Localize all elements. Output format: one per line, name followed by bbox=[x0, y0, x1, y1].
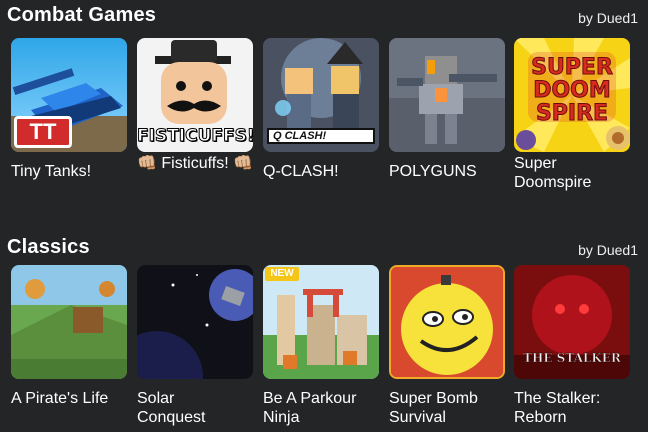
game-title[interactable]: Super Doomspire bbox=[514, 154, 630, 192]
section-title[interactable]: Classics bbox=[7, 236, 90, 259]
game-tile-polyguns[interactable]: POLYGUNS bbox=[389, 38, 505, 181]
game-tile-q-clash[interactable]: Q CLASH! Q-CLASH! bbox=[263, 38, 379, 181]
game-thumbnail[interactable]: THE STALKER bbox=[514, 265, 630, 379]
new-badge: NEW bbox=[265, 267, 299, 281]
game-tile-tiny-tanks[interactable]: TT Tiny Tanks! bbox=[11, 38, 127, 181]
game-title[interactable]: Q-CLASH! bbox=[263, 162, 379, 181]
game-thumbnail[interactable] bbox=[389, 38, 505, 152]
game-title[interactable]: A Pirate's Life bbox=[11, 389, 111, 408]
section-author[interactable]: by Dued1 bbox=[578, 10, 638, 26]
section-title[interactable]: Combat Games bbox=[7, 4, 156, 27]
game-thumbnail[interactable]: TT bbox=[11, 38, 127, 152]
game-title[interactable]: Be A Parkour Ninja bbox=[263, 389, 381, 427]
section-classics: Classics by Dued1 bbox=[0, 232, 648, 262]
game-thumbnail[interactable]: SUPER DOOM SPIRE bbox=[514, 38, 630, 152]
game-tile-be-a-parkour-ninja[interactable]: NEW Be A Parkour Ninja bbox=[263, 265, 379, 427]
fisticuffs-logo: FISTICUFFS! bbox=[137, 126, 253, 147]
game-tile-super-doomspire[interactable]: SUPER DOOM SPIRE Super Doomspire bbox=[514, 38, 630, 192]
section-header: Classics by Dued1 bbox=[0, 232, 648, 262]
game-thumbnail[interactable]: NEW bbox=[263, 265, 379, 379]
game-title[interactable]: The Stalker: Reborn bbox=[514, 389, 626, 427]
section-author[interactable]: by Dued1 bbox=[578, 242, 638, 258]
game-tile-super-bomb-survival[interactable]: Super Bomb Survival bbox=[389, 265, 505, 427]
tiny-tanks-logo: TT bbox=[14, 116, 72, 148]
game-thumbnail[interactable]: Q CLASH! bbox=[263, 38, 379, 152]
game-thumbnail[interactable] bbox=[137, 265, 253, 379]
game-title[interactable]: Super Bomb Survival bbox=[389, 389, 501, 427]
game-title[interactable]: 👊🏼 Fisticuffs! 👊🏼 bbox=[137, 154, 253, 173]
doomspire-logo: SUPER DOOM SPIRE bbox=[531, 55, 614, 126]
game-thumbnail[interactable]: FISTICUFFS! bbox=[137, 38, 253, 152]
game-title[interactable]: Solar Conquest bbox=[137, 389, 227, 427]
game-title[interactable]: POLYGUNS bbox=[389, 162, 505, 181]
game-tile-the-stalker-reborn[interactable]: THE STALKER The Stalker: Reborn bbox=[514, 265, 630, 427]
stalker-logo: THE STALKER bbox=[523, 351, 621, 366]
section-header: Combat Games by Dued1 bbox=[0, 0, 648, 30]
game-tile-a-pirates-life[interactable]: A Pirate's Life bbox=[11, 265, 127, 408]
q-clash-logo: Q CLASH! bbox=[267, 128, 375, 144]
game-title[interactable]: Tiny Tanks! bbox=[11, 162, 127, 181]
game-tile-fisticuffs[interactable]: FISTICUFFS! 👊🏼 Fisticuffs! 👊🏼 bbox=[137, 38, 253, 173]
game-thumbnail[interactable] bbox=[389, 265, 505, 379]
section-combat-games: Combat Games by Dued1 bbox=[0, 0, 648, 30]
game-tile-solar-conquest[interactable]: Solar Conquest bbox=[137, 265, 253, 427]
game-thumbnail[interactable] bbox=[11, 265, 127, 379]
